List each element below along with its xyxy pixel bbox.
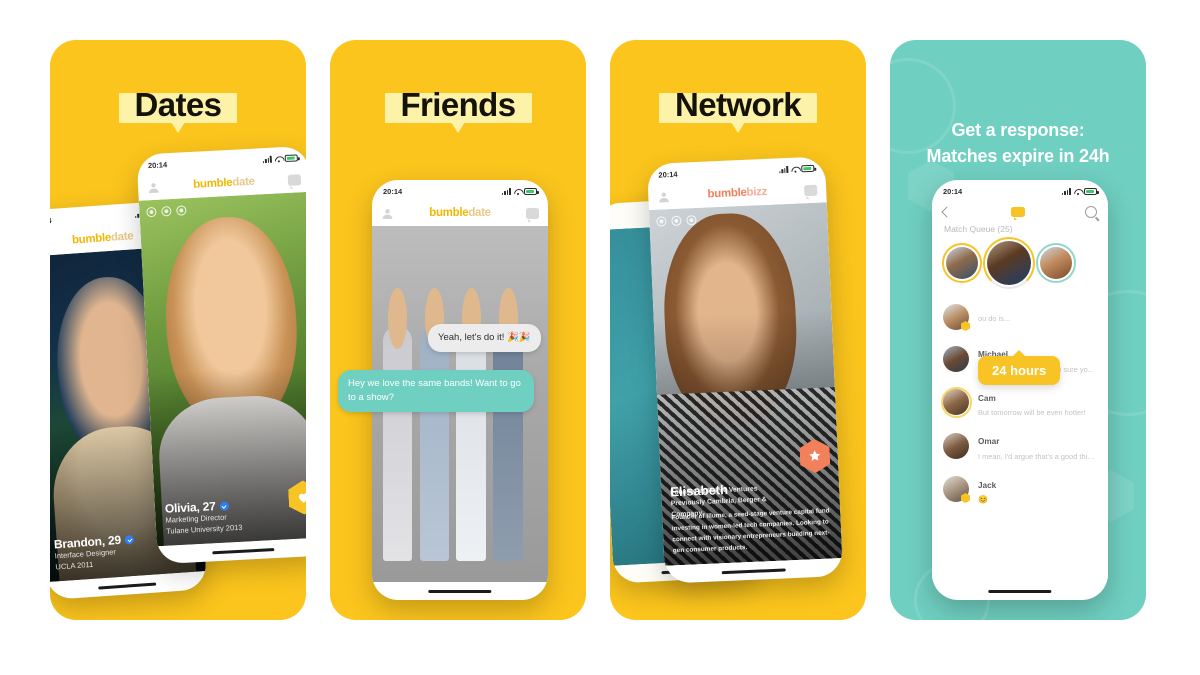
bumble-logo-icon (1011, 207, 1025, 220)
title-tail (170, 122, 185, 133)
phone-match-queue: 20:14 Match Queue (25) ou do is... Micha… (932, 180, 1108, 600)
match-queue-count: (25) (997, 224, 1013, 234)
bumble-date-logo: bumbledate (71, 230, 134, 247)
app-bar: bumbledate (372, 200, 548, 226)
star-icon (808, 449, 823, 464)
status-time: 20:14 (50, 216, 52, 226)
photo-pagination[interactable] (656, 214, 697, 227)
conversation-preview: 😊 (978, 494, 988, 504)
wifi-icon (791, 165, 799, 172)
profile-icon[interactable] (381, 207, 394, 220)
conversation-preview: ou do is... (978, 313, 1011, 323)
signal-icon (1061, 188, 1071, 195)
panel-friends: Friends 20:14 bumbledate Yeah, let's do … (330, 40, 586, 620)
match-avatar-active[interactable] (983, 237, 1035, 289)
status-time: 20:14 (383, 187, 403, 196)
profile-card-elisabeth[interactable]: Elisabeth Founder at Illume Ventures Pre… (648, 202, 843, 566)
avatar (943, 304, 970, 331)
avatar (943, 476, 970, 503)
home-indicator (428, 589, 492, 593)
conversation-name: Omar (978, 437, 1000, 446)
match-avatar[interactable] (942, 243, 982, 283)
home-indicator (988, 589, 1052, 593)
title-tail (731, 122, 745, 133)
conversation-name: Jack (978, 480, 997, 490)
conversation-list: ou do is... Michael Sorry for the delay,… (932, 297, 1108, 511)
chat-icon[interactable] (803, 184, 818, 196)
bumble-date-logo: bumbledate (192, 175, 256, 191)
chat-bubble-incoming: Yeah, let's do it! 🎉🎉 (428, 324, 541, 352)
panel-title-text: Dates (134, 86, 222, 123)
avatar (940, 386, 972, 418)
expire-title-line1: Get a response: (951, 120, 1085, 140)
home-indicator (721, 567, 786, 575)
bumble-date-logo: bumbledate (429, 207, 491, 219)
battery-icon (524, 188, 539, 195)
wifi-icon (514, 188, 522, 195)
profile-icon[interactable] (147, 180, 161, 194)
verified-badge-icon (219, 500, 229, 511)
search-icon[interactable] (1085, 206, 1097, 218)
match-queue-title: Match Queue (25) (932, 220, 1108, 239)
phone-elisabeth: 20:14 bumblebizz Elisabeth Founder at Il… (646, 156, 844, 584)
profile-details: Interface Designer UCLA 2011 (54, 546, 117, 573)
list-item[interactable]: Omar I mean, I'd argue that's a good thi… (932, 424, 1108, 468)
signal-icon (778, 165, 789, 174)
avatar (943, 345, 969, 372)
conversation-preview: But tomorrow will be even hotter! (978, 408, 1086, 417)
conversation-preview: I mean, I'd argue that's a good thing! (978, 451, 1097, 461)
chat-icon[interactable] (287, 173, 302, 186)
heart-icon (296, 490, 306, 505)
photo-pagination[interactable] (146, 205, 187, 218)
expire-title-line2: Matches expire in 24h (926, 145, 1110, 166)
conversation-name: Cam (978, 393, 996, 403)
phone-notch (981, 185, 1059, 198)
avatar (943, 432, 969, 459)
wifi-icon (1074, 188, 1082, 195)
panel-network: Network 20:14 bumblebizz Elisabeth Found… (610, 40, 866, 620)
panel-dates: Dates 20:14 bumbledate (50, 40, 306, 620)
panel-expire-title: Get a response: Matches expire in 24h (890, 118, 1146, 169)
profile-bio: Founder of Illume, a seed-stage venture … (671, 507, 830, 555)
list-item[interactable]: ou do is... (932, 297, 1108, 337)
list-item[interactable]: Cam But tomorrow will be even hotter! (932, 381, 1108, 425)
home-indicator (212, 547, 275, 555)
chat-bubble-outgoing: Hey we love the same bands! Want to go t… (338, 370, 534, 412)
battery-icon (801, 164, 815, 173)
panel-title-text: Network (675, 86, 802, 123)
match-avatar[interactable] (1036, 243, 1076, 283)
panel-dates-title: Dates (50, 86, 306, 133)
title-tail (451, 122, 465, 133)
bumble-bizz-logo: bumblebizz (707, 185, 768, 201)
screenshot-stage: Dates 20:14 bumbledate (0, 0, 1200, 675)
battery-icon (1084, 188, 1099, 195)
match-queue-header (932, 200, 1108, 220)
signal-icon (262, 155, 272, 164)
phone-olivia: 20:14 bumbledate Olivia, 27 Marketing Di… (136, 145, 306, 565)
panel-friends-title: Friends (330, 86, 586, 133)
profile-card-olivia[interactable]: Olivia, 27 Marketing Director Tulane Uni… (138, 191, 306, 547)
panel-title-text: Friends (400, 86, 517, 123)
profile-details: Marketing Director Tulane University 201… (165, 511, 243, 538)
chevron-left-icon[interactable] (941, 206, 953, 218)
chat-icon[interactable] (525, 207, 539, 222)
panel-network-title: Network (610, 86, 866, 133)
match-queue-label: Match Queue (944, 224, 996, 234)
status-time: 20:14 (147, 160, 168, 171)
expire-tooltip: 24 hours (978, 350, 1061, 385)
signal-icon (501, 188, 511, 195)
phone-notch (421, 185, 499, 198)
match-avatar-row (932, 237, 1108, 289)
status-time: 20:14 (658, 169, 678, 180)
panel-matches-expire: Get a response: Matches expire in 24h 20… (890, 40, 1146, 620)
match-queue-screen: Match Queue (25) ou do is... Michael sur… (932, 200, 1108, 582)
wifi-icon (274, 155, 282, 162)
status-time: 20:14 (943, 187, 963, 196)
profile-icon[interactable] (657, 190, 671, 204)
home-indicator (98, 582, 156, 590)
verified-badge-icon (124, 534, 135, 545)
list-item[interactable]: Jack 😊 (932, 468, 1108, 511)
battery-icon (284, 154, 298, 163)
